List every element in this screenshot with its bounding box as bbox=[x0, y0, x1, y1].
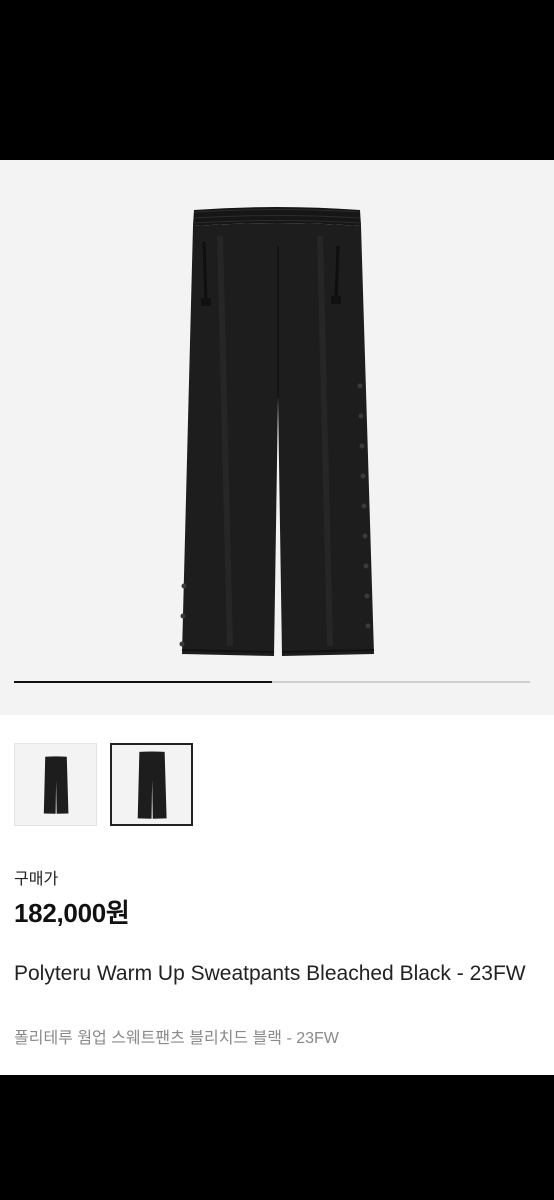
product-title-en: Polyteru Warm Up Sweatpants Bleached Bla… bbox=[14, 962, 526, 985]
price-label: 구매가 bbox=[14, 871, 59, 888]
top-black-bar bbox=[0, 0, 554, 160]
gallery-progress-track bbox=[14, 681, 530, 683]
price-value: 182,000원 bbox=[14, 898, 130, 928]
gallery-progress-indicator bbox=[14, 681, 272, 683]
thumbnail-image bbox=[137, 750, 167, 819]
thumbnail-image bbox=[43, 755, 68, 814]
product-info: 구매가 182,000원 Polyteru Warm Up Sweatpants… bbox=[0, 715, 554, 1075]
product-title-ko: 폴리테루 웜업 스웨트팬츠 블리치드 블랙 - 23FW bbox=[14, 1030, 339, 1047]
thumbnail-2[interactable] bbox=[110, 743, 193, 826]
bottom-black-bar bbox=[0, 1075, 554, 1200]
thumbnail-1[interactable] bbox=[14, 743, 97, 826]
product-image-pants bbox=[179, 207, 375, 656]
product-image-gallery[interactable] bbox=[0, 160, 554, 715]
